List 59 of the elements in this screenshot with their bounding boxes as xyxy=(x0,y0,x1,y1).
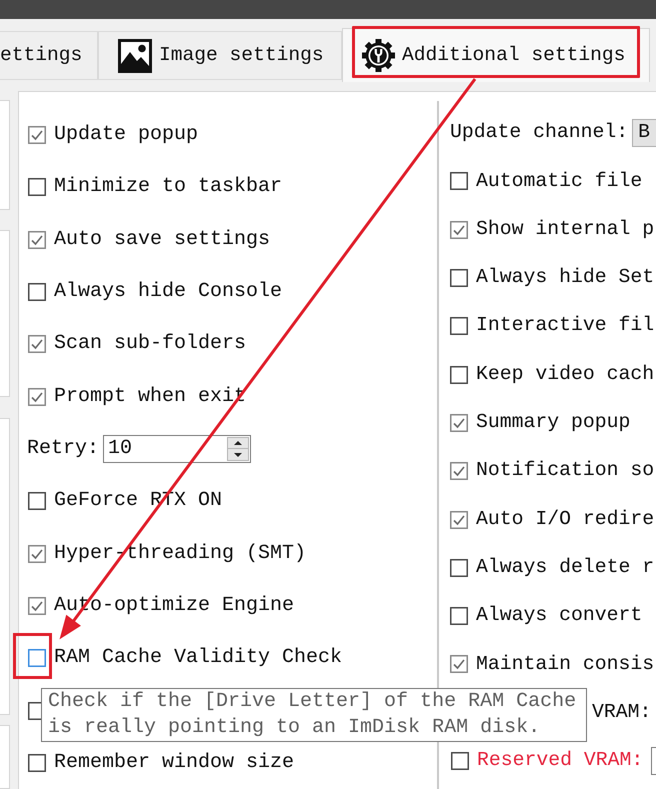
checkbox-label[interactable]: Auto I/O redire xyxy=(476,504,654,534)
checkbox[interactable] xyxy=(28,230,46,249)
gear-icon xyxy=(362,39,395,72)
checkbox-label[interactable]: Auto save settings xyxy=(54,224,270,255)
field-label: Update channel: xyxy=(450,120,628,146)
checkbox[interactable] xyxy=(450,414,468,432)
checkbox-label[interactable]: Scan sub-folders xyxy=(54,329,246,360)
checkbox-label[interactable]: Summary popup xyxy=(476,408,630,438)
checkbox-label[interactable]: Show internal p xyxy=(476,214,654,245)
checkbox-label[interactable]: Maintain consis xyxy=(476,650,654,680)
checkbox[interactable] xyxy=(450,220,468,239)
checkbox[interactable] xyxy=(450,317,468,336)
field-label: VRAM: xyxy=(592,700,652,725)
checkbox[interactable] xyxy=(28,492,46,510)
number-field[interactable]: 10 xyxy=(103,435,252,464)
checkbox[interactable] xyxy=(28,388,46,406)
checkbox[interactable] xyxy=(28,754,46,772)
checkbox[interactable] xyxy=(450,607,468,626)
checkbox[interactable] xyxy=(450,655,468,674)
checkbox[interactable] xyxy=(450,172,468,190)
checkbox[interactable] xyxy=(28,544,46,563)
tab[interactable]: ettings xyxy=(0,31,98,80)
tooltip: Check if the [Drive Letter] of the RAM Cache is really pointing to an ImDisk RAM disk. xyxy=(41,688,587,742)
side-panel xyxy=(0,725,10,789)
field-label: Retry: xyxy=(27,436,100,462)
checkbox-label[interactable]: Always convert xyxy=(476,601,642,631)
input-field[interactable] xyxy=(651,747,656,775)
spin-up-button[interactable] xyxy=(227,437,250,450)
checkbox-label[interactable]: Remember window size xyxy=(54,748,294,778)
checkbox[interactable] xyxy=(28,126,46,144)
checkbox[interactable] xyxy=(450,462,468,480)
tab[interactable]: Image settings xyxy=(98,31,342,80)
checkbox-label[interactable]: Interactive fil xyxy=(476,311,654,342)
tab[interactable]: Additional settings xyxy=(342,28,650,82)
dropdown[interactable]: B xyxy=(632,119,656,148)
picture-icon xyxy=(118,38,152,72)
checkbox[interactable] xyxy=(451,752,469,770)
checkbox[interactable] xyxy=(28,596,46,615)
checkbox[interactable] xyxy=(450,366,468,384)
checkbox[interactable] xyxy=(28,649,46,668)
checkbox[interactable] xyxy=(450,269,468,288)
checkbox[interactable] xyxy=(450,558,468,577)
checkbox[interactable] xyxy=(28,178,46,196)
checkbox[interactable] xyxy=(450,510,468,529)
checkbox-label[interactable]: Keep video cach xyxy=(476,360,654,390)
checkbox-label[interactable]: Minimize to taskbar xyxy=(54,172,282,202)
spin-down-button[interactable] xyxy=(227,449,250,462)
checkbox-label[interactable]: Always delete r xyxy=(476,552,654,583)
checkbox-label[interactable]: RAM Cache Validity Check xyxy=(54,643,342,674)
checkbox-label[interactable]: Automatic file xyxy=(476,166,642,196)
checkbox-label[interactable]: Update popup xyxy=(54,120,198,150)
checkbox-label[interactable]: Always hide Console xyxy=(54,277,282,308)
checkbox-label[interactable]: Reserved VRAM: xyxy=(477,746,644,776)
checkbox-label[interactable]: Always hide Set xyxy=(476,263,654,293)
checkbox-label[interactable]: Notification so xyxy=(476,456,654,486)
checkbox[interactable] xyxy=(28,283,46,302)
down-triangle-icon xyxy=(234,452,242,457)
checkbox[interactable] xyxy=(28,335,46,354)
up-triangle-icon xyxy=(234,441,242,446)
